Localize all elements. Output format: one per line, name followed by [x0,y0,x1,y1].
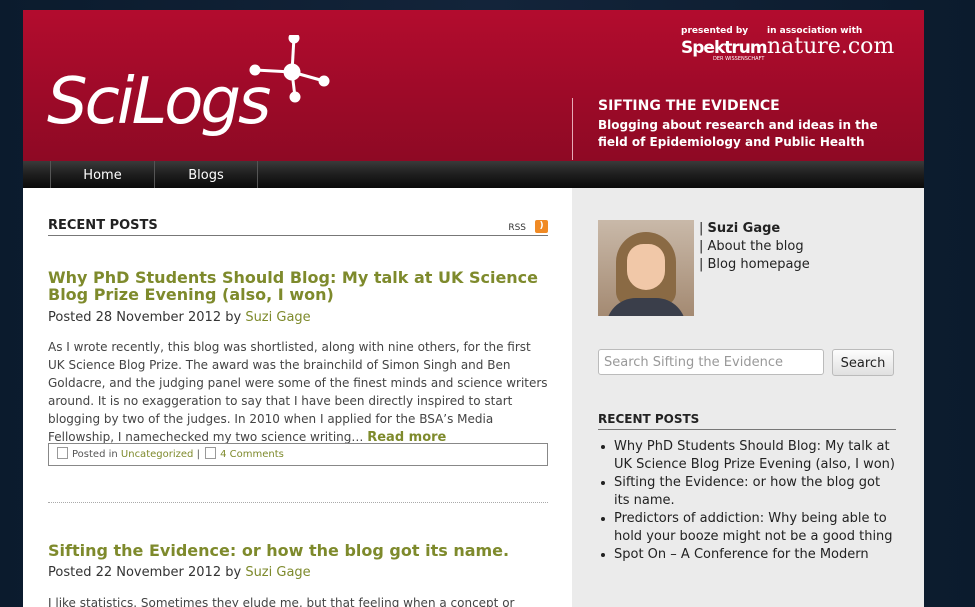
post-excerpt: As I wrote recently, this blog was short… [48,338,548,447]
nav-blogs[interactable]: Blogs [155,161,257,188]
search-button[interactable]: Search [832,349,894,376]
rss-icon[interactable]: ) [535,220,548,233]
author-name-row: | Suzi Gage [699,221,781,236]
sidebar: | Suzi Gage | About the blog | Blog home… [572,188,924,607]
post-info-bar: Posted in Uncategorized | 4 Comments [48,443,548,466]
document-icon [57,447,68,459]
avatar-shirt [606,298,686,316]
comment-icon [205,447,217,459]
category-link[interactable]: Uncategorized [121,449,193,460]
search-input[interactable]: Search Sifting the Evidence [598,349,824,375]
list-item[interactable]: Why PhD Students Should Blog: My talk at… [601,438,896,474]
nav-home[interactable]: Home [51,161,154,188]
about-blog-row: | About the blog [699,239,804,254]
rss-link[interactable]: RSS [508,223,526,233]
info-separator: | [196,449,200,460]
post-excerpt-text: As I wrote recently, this blog was short… [48,340,548,444]
nav-separator [257,161,258,188]
post-author-link[interactable]: Suzi Gage [245,310,310,325]
spektrum-logo[interactable]: Spektrum [681,38,768,58]
post-title[interactable]: Why PhD Students Should Blog: My talk at… [48,269,548,303]
post-date: Posted 28 November 2012 by [48,310,246,325]
post-title[interactable]: Sifting the Evidence: or how the blog go… [48,542,548,559]
blog-homepage-link[interactable]: Blog homepage [708,257,810,272]
page: SciLogs presented by Spektrum DER WISSEN… [23,10,924,607]
avatar-face [627,244,665,290]
posted-in-label: Posted in [72,449,118,460]
presented-by-label: presented by [681,26,749,36]
post-divider [48,502,548,503]
blog-description: Blogging about research and ideas in the… [598,118,878,149]
author-name[interactable]: Suzi Gage [708,221,781,236]
post-meta: Posted 22 November 2012 by Suzi Gage [48,565,311,580]
recent-posts-header: RECENT POSTS RSS ) [48,218,548,236]
sidebar-recent-title: RECENT POSTS [598,412,896,430]
post-excerpt: I like statistics. Sometimes they elude … [48,596,515,607]
list-item[interactable]: Predictors of addiction: Why being able … [601,510,896,546]
author-links: | Suzi Gage | About the blog | Blog home… [699,220,810,274]
about-blog-link[interactable]: About the blog [708,239,804,254]
list-item[interactable]: Spot On – A Conference for the Modern [601,546,896,564]
post-author-link[interactable]: Suzi Gage [245,565,310,580]
nature-logo[interactable]: nature.com [767,34,894,59]
comments-link[interactable]: 4 Comments [220,449,284,460]
blog-title[interactable]: SIFTING THE EVIDENCE [598,98,780,114]
header-divider [572,98,573,160]
sidebar-recent-list: Why PhD Students Should Blog: My talk at… [598,438,896,564]
section-title: RECENT POSTS [48,218,158,233]
list-item[interactable]: Sifting the Evidence: or how the blog go… [601,474,896,510]
post-meta: Posted 28 November 2012 by Suzi Gage [48,310,311,325]
molecule-icon [249,35,330,103]
site-header: SciLogs presented by Spektrum DER WISSEN… [23,10,924,161]
author-avatar[interactable] [598,220,694,316]
main-nav: Home Blogs [23,161,924,188]
post-date: Posted 22 November 2012 by [48,565,246,580]
spektrum-sub: DER WISSENSCHAFT [713,56,765,62]
blog-homepage-row: | Blog homepage [699,257,810,272]
